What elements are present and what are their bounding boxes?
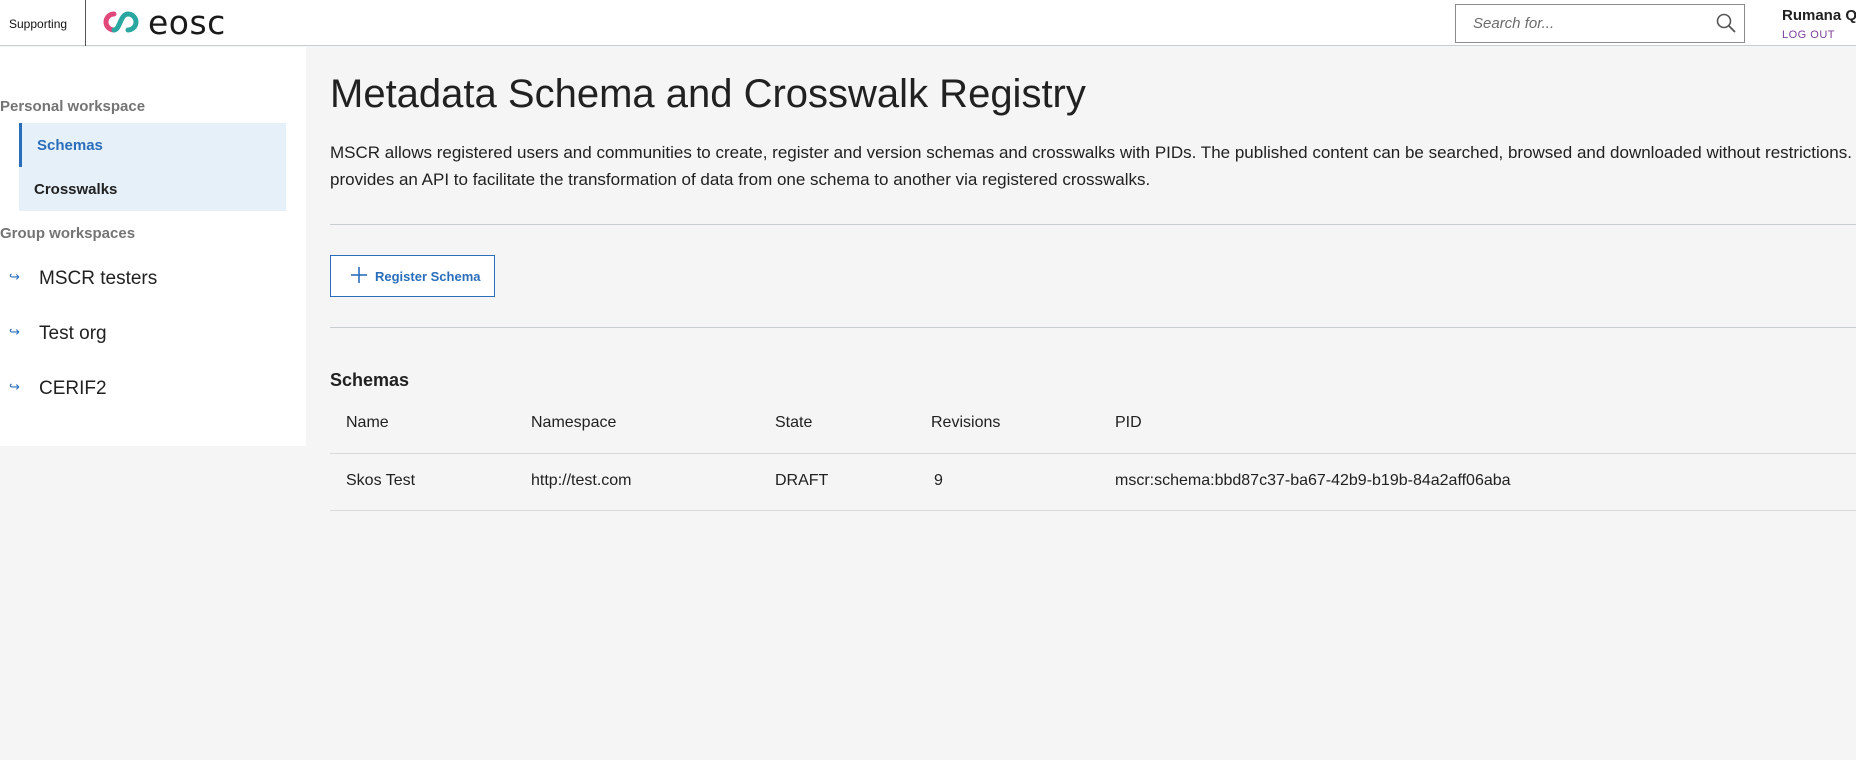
group-label: Test org: [39, 323, 107, 344]
personal-nav: Schemas Crosswalks: [19, 123, 286, 211]
cell-name[interactable]: Skos Test: [346, 472, 415, 490]
sidebar-item-cerif2[interactable]: ↪ CERIF2: [0, 367, 306, 411]
sidebar-item-mscr-testers[interactable]: ↪ MSCR testers: [0, 257, 306, 301]
search-input[interactable]: [1457, 6, 1697, 41]
page-title: Metadata Schema and Crosswalk Registry: [330, 72, 1086, 116]
schemas-heading: Schemas: [330, 370, 410, 390]
column-header-state[interactable]: State: [775, 414, 812, 432]
table-row-divider: [330, 453, 1856, 454]
intro-text: MSCR allows registered users and communi…: [330, 139, 1856, 193]
column-header-pid[interactable]: PID: [1115, 414, 1142, 432]
section-divider: [330, 224, 1856, 225]
group-label: MSCR testers: [39, 268, 158, 289]
sidebar-item-label: Crosswalks: [34, 180, 118, 198]
eosc-logo[interactable]: eosc: [98, 4, 226, 40]
intro-line: MSCR allows registered users and communi…: [330, 143, 1856, 162]
logout-link[interactable]: LOG OUT: [1782, 29, 1835, 41]
sidebar-item-label: Schemas: [37, 136, 103, 154]
search-icon[interactable]: [1716, 13, 1736, 38]
search-box: [1455, 4, 1745, 43]
arrow-hook-icon: ↪: [9, 379, 20, 394]
sidebar-item-schemas[interactable]: Schemas: [19, 123, 286, 167]
register-schema-button[interactable]: Register Schema: [330, 255, 495, 297]
cell-namespace: http://test.com: [531, 472, 632, 489]
arrow-hook-icon: ↪: [9, 269, 20, 284]
arrow-hook-icon: ↪: [9, 324, 20, 339]
supporting-label: Supporting: [9, 17, 68, 31]
column-header-revisions[interactable]: Revisions: [931, 414, 1000, 432]
register-schema-label: Register Schema: [375, 269, 481, 284]
user-name[interactable]: Rumana Qu: [1782, 7, 1856, 24]
section-divider: [330, 327, 1856, 328]
plus-icon: [350, 266, 368, 289]
top-header: Supporting eosc Rumana Qu LOG OUT: [0, 0, 1856, 46]
cell-state: DRAFT: [775, 472, 829, 489]
group-label: CERIF2: [39, 378, 107, 399]
group-workspaces-label: Group workspaces: [0, 225, 136, 242]
personal-workspace-label: Personal workspace: [0, 98, 146, 115]
sidebar-item-test-org[interactable]: ↪ Test org: [0, 312, 306, 356]
logo-text: eosc: [148, 2, 226, 42]
column-header-name[interactable]: Name: [346, 414, 389, 432]
column-header-namespace[interactable]: Namespace: [531, 414, 616, 432]
sidebar-item-crosswalks[interactable]: Crosswalks: [19, 167, 286, 211]
table-row-divider: [330, 510, 1856, 511]
cell-revisions: 9: [934, 472, 943, 489]
cell-pid: mscr:schema:bbd87c37-ba67-42b9-b19b-84a2…: [1115, 472, 1511, 489]
header-divider: [85, 0, 86, 46]
eosc-logo-icon: [103, 11, 139, 33]
sidebar: Personal workspace Schemas Crosswalks Gr…: [0, 47, 306, 446]
intro-line: provides an API to facilitate the transf…: [330, 170, 1151, 189]
